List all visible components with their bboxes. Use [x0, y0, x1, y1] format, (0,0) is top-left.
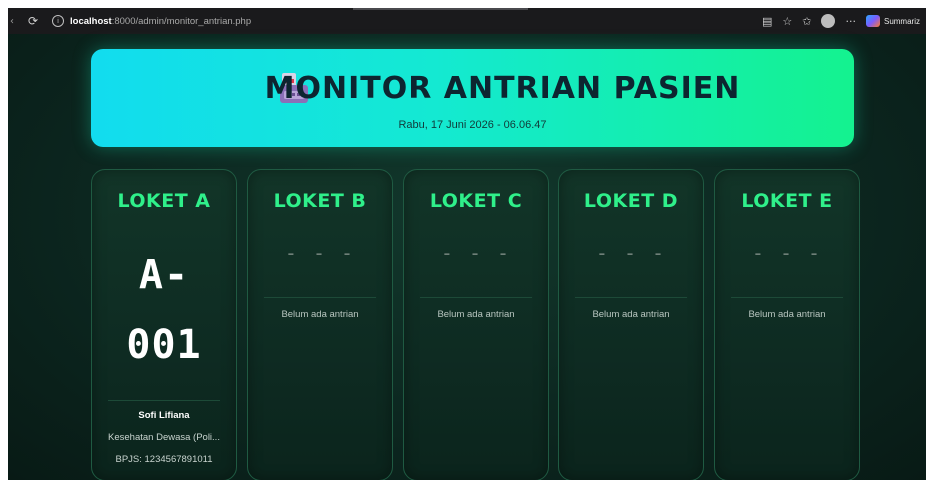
divider: [731, 297, 843, 298]
copilot-label: Summariz: [883, 16, 920, 26]
counter-card-a: LOKET A A- 001 Sofi Lifiana Kesehatan De…: [91, 169, 237, 480]
queue-placeholder: - - -: [595, 241, 667, 265]
counter-title: LOKET D: [583, 190, 679, 212]
divider: [420, 297, 532, 298]
current-datetime: Rabu, 17 Juni 2026 - 06.06.47: [398, 119, 547, 131]
address-bar[interactable]: i localhost:8000/admin/monitor_antrian.p…: [52, 12, 752, 30]
refresh-icon[interactable]: ⟳: [24, 12, 42, 30]
back-icon[interactable]: ‹: [8, 12, 16, 30]
divider: [264, 297, 376, 298]
profile-icon[interactable]: [821, 14, 836, 28]
counter-card-d: LOKET D - - - Belum ada antrian: [558, 169, 704, 480]
queue-placeholder: - - -: [751, 241, 823, 265]
counter-card-e: LOKET E - - - Belum ada antrian: [714, 169, 860, 480]
counter-title: LOKET E: [741, 190, 833, 212]
divider: [108, 400, 220, 401]
counter-title: LOKET A: [117, 190, 211, 212]
favorite-icon[interactable]: ☆: [782, 15, 792, 28]
patient-service: Kesehatan Dewasa (Poli...: [108, 432, 220, 443]
tab-indicator: [353, 8, 528, 10]
empty-queue-text: Belum ada antrian: [592, 309, 670, 320]
divider: [575, 297, 687, 298]
browser-window: ‹ ⟳ i localhost:8000/admin/monitor_antri…: [8, 8, 926, 480]
counter-card-c: LOKET C - - - Belum ada antrian: [403, 169, 549, 480]
url-host: localhost: [70, 15, 112, 27]
patient-name: Sofi Lifiana: [138, 410, 190, 421]
empty-queue-text: Belum ada antrian: [748, 309, 826, 320]
counter-title: LOKET C: [429, 190, 523, 212]
queue-number-prefix: A-: [138, 252, 190, 298]
empty-queue-text: Belum ada antrian: [281, 309, 359, 320]
info-icon[interactable]: i: [52, 15, 64, 27]
browser-toolbar: ‹ ⟳ i localhost:8000/admin/monitor_antri…: [8, 8, 926, 35]
copilot-button[interactable]: Summariz: [865, 15, 920, 27]
toolbar-right: ▤ ☆ ✩ ··· Summariz: [762, 12, 920, 30]
empty-queue-text: Belum ada antrian: [437, 309, 515, 320]
queue-placeholder: - - -: [440, 241, 512, 265]
reader-icon[interactable]: ▤: [762, 15, 772, 28]
monitor-page: MONITOR ANTRIAN PASIEN Rabu, 17 Juni 202…: [8, 34, 926, 480]
more-icon[interactable]: ···: [845, 15, 856, 28]
page-title: MONITOR ANTRIAN PASIEN: [264, 71, 741, 106]
counter-title: LOKET B: [273, 190, 367, 212]
collections-icon[interactable]: ✩: [802, 15, 811, 28]
header-banner: MONITOR ANTRIAN PASIEN Rabu, 17 Juni 202…: [91, 49, 854, 147]
copilot-icon: [865, 15, 880, 27]
queue-placeholder: - - -: [284, 241, 356, 265]
counter-card-b: LOKET B - - - Belum ada antrian: [247, 169, 393, 480]
url-path: :8000/admin/monitor_antrian.php: [111, 15, 252, 27]
queue-number: 001: [126, 322, 202, 368]
patient-bpjs: BPJS: 1234567891011: [115, 454, 213, 465]
